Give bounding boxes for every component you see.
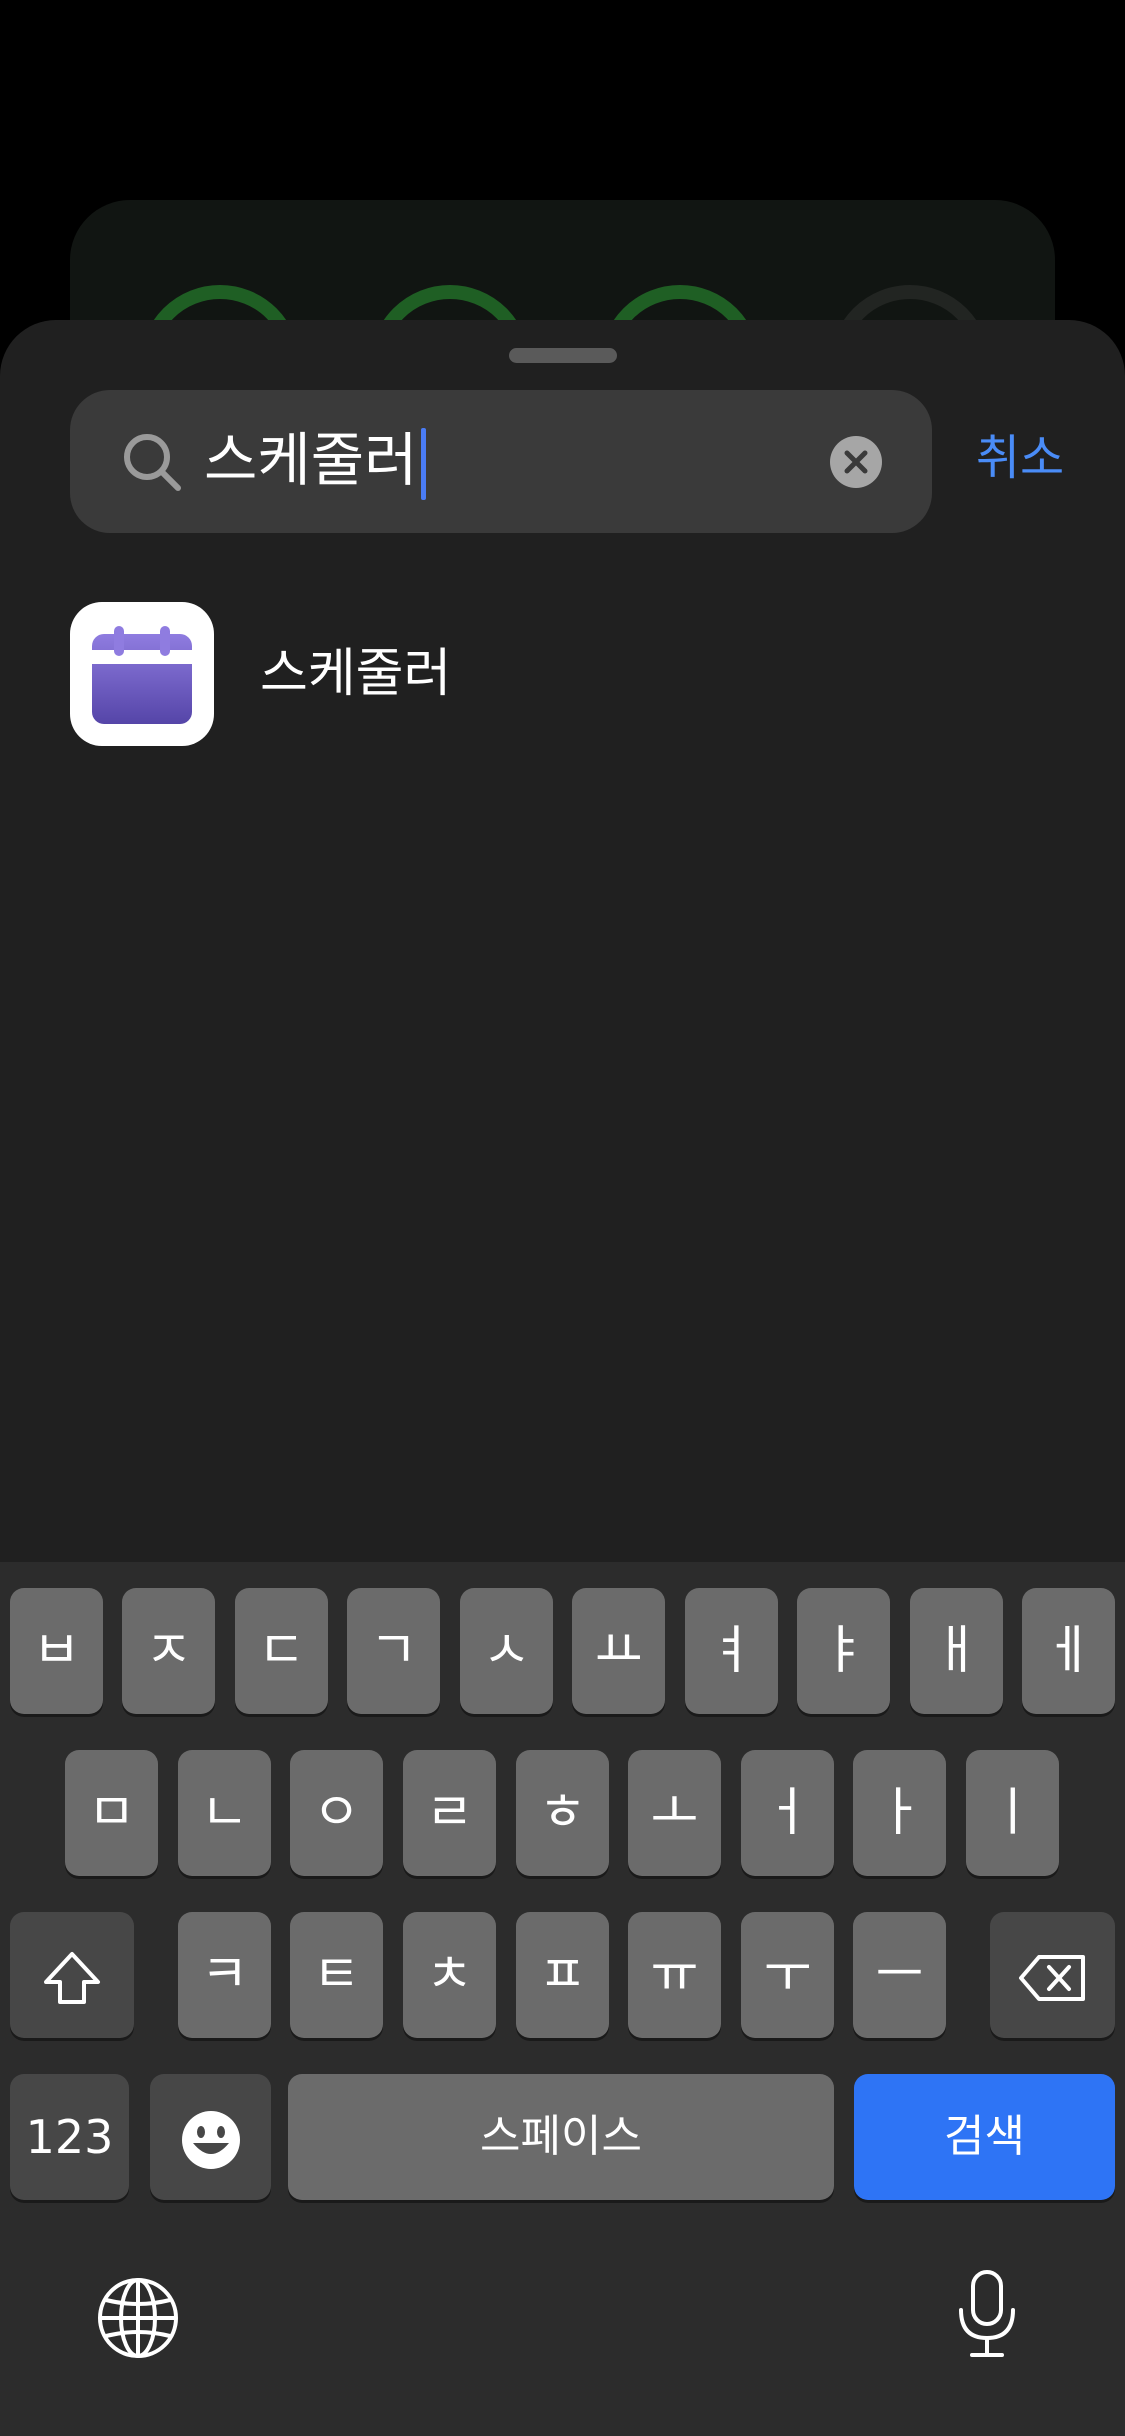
close-icon: [844, 450, 868, 474]
search-key[interactable]: 검색: [854, 2074, 1115, 2200]
key-row1[interactable]: ㅛ: [572, 1588, 665, 1714]
key-row2[interactable]: ㅏ: [853, 1750, 946, 1876]
numbers-key[interactable]: 123: [10, 2074, 129, 2200]
shift-icon: [44, 1952, 100, 2004]
emoji-key[interactable]: [150, 2074, 271, 2200]
search-input[interactable]: [70, 390, 932, 533]
key-row1[interactable]: ㅂ: [10, 1588, 103, 1714]
key-row1[interactable]: ㅈ: [122, 1588, 215, 1714]
key-row2[interactable]: ㅓ: [741, 1750, 834, 1876]
key-row3[interactable]: ㅊ: [403, 1912, 496, 2038]
search-result-item[interactable]: 스케줄러: [70, 602, 1060, 746]
key-row1[interactable]: ㄱ: [347, 1588, 440, 1714]
key-row3[interactable]: ㅍ: [516, 1912, 609, 2038]
cancel-button[interactable]: 취소: [960, 420, 1080, 496]
backspace-key[interactable]: [990, 1912, 1115, 2038]
key-row1[interactable]: ㅑ: [797, 1588, 890, 1714]
key-row1[interactable]: ㅐ: [910, 1588, 1003, 1714]
key-row1[interactable]: ㅕ: [685, 1588, 778, 1714]
text-caret: [421, 427, 427, 500]
key-row3[interactable]: ㅋ: [178, 1912, 271, 2038]
key-row1[interactable]: ㅅ: [460, 1588, 553, 1714]
key-row2[interactable]: ㅗ: [628, 1750, 721, 1876]
space-key[interactable]: 스페이스: [288, 2074, 834, 2200]
sheet-grabber[interactable]: [509, 348, 617, 363]
shift-key[interactable]: [10, 1912, 134, 2038]
key-row1[interactable]: ㅔ: [1022, 1588, 1115, 1714]
search-icon: [124, 434, 181, 491]
search-query-text[interactable]: 스케줄러: [204, 425, 427, 500]
emoji-icon: [181, 2111, 240, 2169]
key-row3[interactable]: ㅠ: [628, 1912, 721, 2038]
key-row2[interactable]: ㄹ: [403, 1750, 496, 1876]
key-row1[interactable]: ㄷ: [235, 1588, 328, 1714]
key-row3[interactable]: ㅜ: [741, 1912, 834, 2038]
microphone-icon[interactable]: [952, 2268, 1022, 2360]
key-row2[interactable]: ㅇ: [290, 1750, 383, 1876]
key-row3[interactable]: ㅡ: [853, 1912, 946, 2038]
key-row2[interactable]: ㅁ: [65, 1750, 158, 1876]
calendar-app-icon: [70, 602, 214, 746]
backspace-icon: [1018, 1955, 1085, 2001]
result-app-name: 스케줄러: [260, 644, 452, 704]
key-row3[interactable]: ㅌ: [290, 1912, 383, 2038]
calendar-icon: [92, 626, 192, 724]
clear-search-button[interactable]: [830, 436, 882, 488]
key-row2[interactable]: ㅎ: [516, 1750, 609, 1876]
key-row2[interactable]: ㄴ: [178, 1750, 271, 1876]
search-query-value: 스케줄러: [204, 426, 418, 494]
key-row2[interactable]: ㅣ: [966, 1750, 1059, 1876]
globe-icon[interactable]: [96, 2276, 180, 2360]
